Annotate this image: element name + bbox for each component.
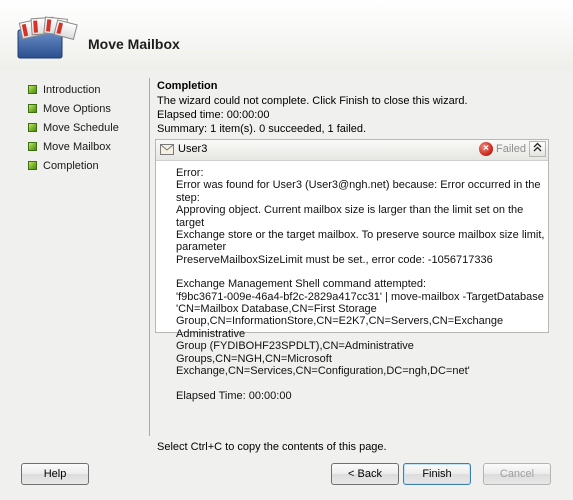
command-line: Exchange,CN=Services,CN=Configuration,DC… xyxy=(176,365,470,378)
step-label: Move Mailbox xyxy=(43,140,111,153)
step-bullet-icon xyxy=(28,142,37,151)
step-move-schedule: Move Schedule xyxy=(28,118,143,137)
step-bullet-icon xyxy=(28,85,37,94)
command-line: 'CN=Mailbox Database,CN=First Storage xyxy=(176,303,377,316)
error-line: Exchange store or the target mailbox. To… xyxy=(176,229,545,254)
completion-content: Completion The wizard could not complete… xyxy=(157,80,557,136)
result-elapsed-time: Elapsed Time: 00:00:00 xyxy=(176,389,292,402)
command-line: Exchange Management Shell command attemp… xyxy=(176,278,427,291)
help-button[interactable]: Help xyxy=(21,463,89,485)
step-bullet-icon xyxy=(28,161,37,170)
step-introduction: Introduction xyxy=(28,80,143,99)
status-label: Failed xyxy=(496,143,526,155)
step-bullet-icon xyxy=(28,123,37,132)
step-label: Move Options xyxy=(43,102,111,115)
chevron-up-icon xyxy=(533,142,542,152)
step-label: Completion xyxy=(43,159,99,172)
result-panel[interactable]: User3 × Failed Error: Error was found fo… xyxy=(155,139,549,402)
wizard-header: Move Mailbox xyxy=(0,0,573,70)
steps-divider xyxy=(149,78,150,436)
completion-message: The wizard could not complete. Click Fin… xyxy=(157,95,468,107)
step-move-options: Move Options xyxy=(28,99,143,118)
command-line: Group,CN=InformationStore,CN=E2K7,CN=Ser… xyxy=(176,315,504,340)
command-line: Group (FYDIBOHF23SPDLT),CN=Administrativ… xyxy=(176,340,414,365)
error-line: PreserveMailboxSizeLimit must be set., e… xyxy=(176,253,493,266)
step-label: Introduction xyxy=(43,83,101,96)
back-button[interactable]: < Back xyxy=(331,463,399,485)
wizard-title: Move Mailbox xyxy=(88,36,180,52)
step-bullet-icon xyxy=(28,104,37,113)
result-header[interactable]: User3 × Failed xyxy=(156,140,548,161)
step-move-mailbox: Move Mailbox xyxy=(28,137,143,156)
failed-icon: × xyxy=(479,142,493,156)
result-user-name: User3 xyxy=(178,143,208,155)
copy-hint: Select Ctrl+C to copy the contents of th… xyxy=(157,441,387,453)
mailbox-wizard-icon xyxy=(17,16,78,59)
error-line: Error was found for User3 (User3@ngh.net… xyxy=(176,179,541,204)
error-line: Approving object. Current mailbox size i… xyxy=(176,204,524,229)
command-line: 'f9bc3671-009e-46a4-bf2c-2829a417cc31' |… xyxy=(176,290,544,303)
finish-button[interactable]: Finish xyxy=(403,463,471,485)
summary-text: Summary: 1 item(s). 0 succeeded, 1 faile… xyxy=(157,123,367,135)
error-line: Error: xyxy=(176,167,204,179)
step-label: Move Schedule xyxy=(43,121,119,134)
elapsed-time: Elapsed time: 00:00:00 xyxy=(157,109,270,121)
cancel-button[interactable]: Cancel xyxy=(483,463,551,485)
step-completion: Completion xyxy=(28,156,143,175)
page-title: Completion xyxy=(157,80,218,92)
mailbox-icon xyxy=(160,144,174,155)
wizard-steps: Introduction Move Options Move Schedule … xyxy=(28,80,143,175)
result-details: Error: Error was found for User3 (User3@… xyxy=(156,161,548,402)
collapse-button[interactable] xyxy=(529,141,546,157)
